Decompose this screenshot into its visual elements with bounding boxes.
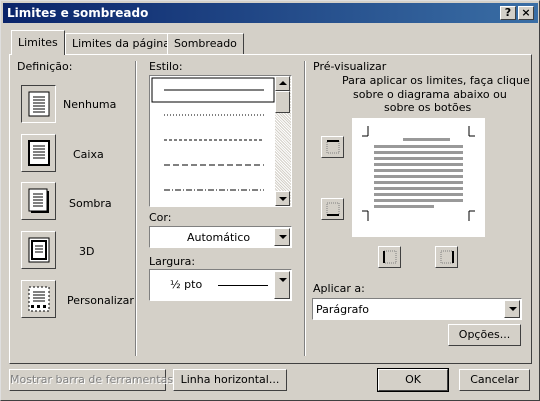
apply-to-dropdown-arrow-icon[interactable] [504, 300, 520, 318]
left-border-icon [383, 250, 397, 264]
tab-limites-label: Limites [18, 36, 58, 49]
color-value: Automático [187, 231, 251, 244]
definicao-label: Definição: [17, 60, 73, 73]
preview-page [362, 126, 475, 221]
scroll-thumb[interactable] [275, 91, 290, 113]
tab-limites[interactable]: Limites [11, 30, 65, 55]
setting-3d-label: 3D [79, 245, 95, 258]
preview-instructions-line-2: sobre o diagrama abaixo ou [353, 88, 507, 101]
custom-border-icon [28, 286, 50, 312]
color-dropdown[interactable]: Automático [149, 226, 292, 248]
close-button[interactable]: × [518, 6, 534, 20]
apply-to-value: Parágrafo [316, 303, 369, 316]
3d-border-icon [28, 237, 50, 263]
tab-limites-da-pagina[interactable]: Limites da página [65, 33, 177, 54]
color-dropdown-arrow-icon[interactable] [274, 228, 290, 246]
aplicar-label: Aplicar a: [313, 282, 365, 295]
cor-label: Cor: [149, 211, 172, 224]
dialog-window: Limites e sombreado ? × Limites Limites … [0, 0, 540, 401]
setting-none-button[interactable] [21, 85, 56, 123]
bottom-border-button[interactable] [321, 198, 344, 220]
top-border-button[interactable] [321, 136, 344, 158]
setting-none-label: Nenhuma [63, 98, 117, 111]
title-bar: Limites e sombreado ? × [3, 3, 538, 23]
style-scrollbar[interactable] [275, 76, 291, 206]
width-dropdown[interactable]: ½ pto [149, 269, 292, 301]
estilo-label: Estilo: [149, 60, 183, 73]
width-value: ½ pto [170, 278, 203, 291]
bottom-border-icon [326, 202, 340, 216]
setting-shadow-label: Sombra [69, 197, 112, 210]
setting-box-label: Caixa [73, 148, 104, 161]
top-border-icon [326, 140, 340, 154]
none-border-icon [28, 91, 50, 117]
setting-custom-label: Personalizar [67, 294, 134, 307]
separator [304, 61, 306, 356]
preview-diagram[interactable] [352, 118, 485, 237]
tab-limites-da-pagina-label: Limites da página [72, 37, 170, 50]
cancel-button[interactable]: Cancelar [459, 369, 530, 391]
box-border-icon [28, 140, 50, 166]
tab-sombreado[interactable]: Sombreado [167, 33, 244, 54]
style-list-items [151, 77, 275, 191]
setting-shadow-button[interactable] [21, 182, 56, 220]
tab-sombreado-label: Sombreado [174, 37, 237, 50]
style-list[interactable] [149, 75, 292, 207]
setting-box-button[interactable] [21, 134, 56, 172]
window-title: Limites e sombreado [7, 6, 149, 20]
width-dropdown-arrow-icon[interactable] [274, 271, 290, 299]
left-border-button[interactable] [378, 246, 401, 268]
preview-instructions-line-1: Para aplicar os limites, faça clique [342, 74, 530, 87]
width-line-sample [218, 285, 268, 286]
horizontal-line-button[interactable]: Linha horizontal... [173, 369, 287, 391]
shadow-border-icon [28, 188, 49, 213]
preview-label: Pré-visualizar [313, 60, 387, 73]
right-border-icon [440, 250, 454, 264]
preview-instructions-line-3: sobre os botões [384, 101, 472, 114]
right-border-button[interactable] [435, 246, 458, 268]
ok-button[interactable]: OK [377, 368, 449, 392]
scroll-up-button[interactable] [275, 76, 290, 91]
show-toolbar-button[interactable]: Mostrar barra de ferramentas [9, 369, 173, 391]
help-button[interactable]: ? [500, 6, 516, 20]
scroll-down-button[interactable] [275, 191, 290, 206]
apply-to-dropdown[interactable]: Parágrafo [312, 298, 522, 320]
separator [135, 61, 137, 356]
options-button[interactable]: Opções... [448, 324, 521, 346]
setting-3d-button[interactable] [21, 231, 56, 269]
setting-custom-button[interactable] [21, 280, 56, 318]
largura-label: Largura: [149, 255, 196, 268]
